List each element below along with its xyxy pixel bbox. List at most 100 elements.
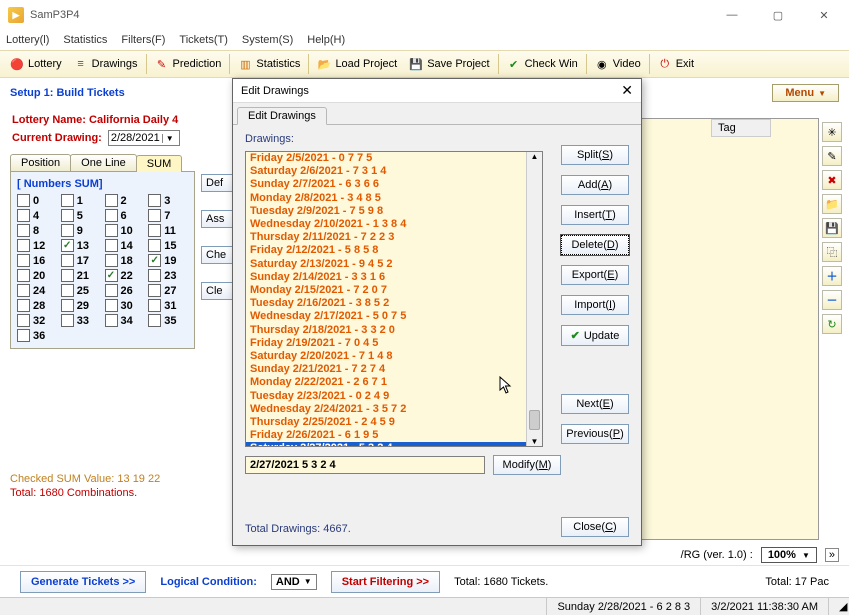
drawing-item[interactable]: Wednesday 2/17/2021 - 5 0 7 5: [246, 310, 542, 323]
update-button[interactable]: ✔Update: [561, 325, 629, 346]
number-checkbox-7[interactable]: 7: [148, 209, 188, 222]
tab-sum[interactable]: SUM: [136, 155, 182, 172]
tab-position[interactable]: Position: [10, 154, 71, 171]
drawing-item[interactable]: Friday 2/5/2021 - 0 7 7 5: [246, 152, 542, 165]
scroll-up-icon[interactable]: ▲: [527, 152, 542, 161]
number-checkbox-24[interactable]: 24: [17, 284, 57, 297]
tool-drawings[interactable]: ≡Drawings: [68, 55, 144, 73]
number-checkbox-34[interactable]: 34: [105, 314, 145, 327]
drawing-item[interactable]: Wednesday 2/24/2021 - 3 5 7 2: [246, 403, 542, 416]
tool-lottery[interactable]: 🔴Lottery: [4, 55, 68, 73]
expand-icon[interactable]: »: [825, 548, 839, 562]
number-checkbox-30[interactable]: 30: [105, 299, 145, 312]
tool-checkwin[interactable]: ✔Check Win: [501, 55, 584, 73]
resize-grip[interactable]: ◢: [828, 598, 849, 615]
number-checkbox-31[interactable]: 31: [148, 299, 188, 312]
drawing-item[interactable]: Sunday 2/7/2021 - 6 3 6 6: [246, 178, 542, 191]
drawing-item[interactable]: Tuesday 2/9/2021 - 7 5 9 8: [246, 205, 542, 218]
scroll-down-icon[interactable]: ▼: [527, 437, 542, 446]
menu-system[interactable]: System(S): [242, 34, 293, 46]
number-checkbox-0[interactable]: 0: [17, 194, 57, 207]
save-icon[interactable]: 💾: [822, 218, 842, 238]
tool-load[interactable]: 📂Load Project: [311, 55, 403, 73]
drawing-item[interactable]: Saturday 2/27/2021 - 5 3 2 4: [246, 442, 542, 447]
number-checkbox-[interactable]: [61, 329, 101, 342]
drawing-item[interactable]: Sunday 2/14/2021 - 3 3 1 6: [246, 271, 542, 284]
number-checkbox-25[interactable]: 25: [61, 284, 101, 297]
minus-icon[interactable]: －: [822, 290, 842, 310]
number-checkbox-21[interactable]: 21: [61, 269, 101, 282]
modify-button[interactable]: Modify(M): [493, 455, 561, 475]
number-checkbox-13[interactable]: ✓13: [61, 239, 101, 252]
tag-column-header[interactable]: Tag: [711, 119, 771, 137]
number-checkbox-4[interactable]: 4: [17, 209, 57, 222]
number-checkbox-[interactable]: [148, 329, 188, 342]
drawing-item[interactable]: Tuesday 2/16/2021 - 3 8 5 2: [246, 297, 542, 310]
number-checkbox-15[interactable]: 15: [148, 239, 188, 252]
dialog-close-button[interactable]: ✕: [621, 82, 633, 99]
number-checkbox-18[interactable]: 18: [105, 254, 145, 267]
number-checkbox-36[interactable]: 36: [17, 329, 57, 342]
menu-tickets[interactable]: Tickets(T): [179, 34, 227, 46]
plus-icon[interactable]: ＋: [822, 266, 842, 286]
drawing-item[interactable]: Monday 2/15/2021 - 7 2 0 7: [246, 284, 542, 297]
new-icon[interactable]: ✳: [822, 122, 842, 142]
menu-lottery[interactable]: Lottery(l): [6, 34, 49, 46]
drawing-item[interactable]: Friday 2/19/2021 - 7 0 4 5: [246, 337, 542, 350]
number-checkbox-32[interactable]: 32: [17, 314, 57, 327]
drawings-listbox[interactable]: Friday 2/5/2021 - 0 7 7 5Saturday 2/6/20…: [245, 151, 543, 447]
number-checkbox-10[interactable]: 10: [105, 224, 145, 237]
drawing-item[interactable]: Sunday 2/21/2021 - 7 2 7 4: [246, 363, 542, 376]
number-checkbox-[interactable]: [105, 329, 145, 342]
number-checkbox-16[interactable]: 16: [17, 254, 57, 267]
number-checkbox-12[interactable]: 12: [17, 239, 57, 252]
number-checkbox-9[interactable]: 9: [61, 224, 101, 237]
start-filtering-button[interactable]: Start Filtering >>: [331, 571, 440, 593]
number-checkbox-11[interactable]: 11: [148, 224, 188, 237]
tag-table[interactable]: Tag: [625, 118, 819, 540]
number-checkbox-20[interactable]: 20: [17, 269, 57, 282]
maximize-button[interactable]: ▢: [755, 0, 801, 30]
delete-button[interactable]: Delete(D): [561, 235, 629, 255]
drawing-item[interactable]: Saturday 2/13/2021 - 9 4 5 2: [246, 258, 542, 271]
dialog-tab-edit[interactable]: Edit Drawings: [237, 107, 327, 125]
split-button[interactable]: Split(S): [561, 145, 629, 165]
number-checkbox-19[interactable]: ✓19: [148, 254, 188, 267]
number-checkbox-27[interactable]: 27: [148, 284, 188, 297]
tool-video[interactable]: ◉Video: [589, 55, 647, 73]
minimize-button[interactable]: —: [709, 0, 755, 30]
number-checkbox-33[interactable]: 33: [61, 314, 101, 327]
number-checkbox-14[interactable]: 14: [105, 239, 145, 252]
number-checkbox-8[interactable]: 8: [17, 224, 57, 237]
number-checkbox-6[interactable]: 6: [105, 209, 145, 222]
generate-tickets-button[interactable]: Generate Tickets >>: [20, 571, 146, 593]
drawing-item[interactable]: Friday 2/12/2021 - 5 8 5 8: [246, 244, 542, 257]
menu-help[interactable]: Help(H): [307, 34, 345, 46]
copy-icon[interactable]: ⿻: [822, 242, 842, 262]
insert-button[interactable]: Insert(T): [561, 205, 629, 225]
delete-icon[interactable]: ✖: [822, 170, 842, 190]
number-checkbox-23[interactable]: 23: [148, 269, 188, 282]
logical-condition-combo[interactable]: AND▼: [271, 574, 317, 590]
tab-one-line[interactable]: One Line: [70, 154, 137, 171]
tool-exit[interactable]: ⏻Exit: [652, 55, 700, 73]
drawing-edit-field[interactable]: [245, 456, 485, 474]
drawing-item[interactable]: Friday 2/26/2021 - 6 1 9 5: [246, 429, 542, 442]
next-button[interactable]: Next(E): [561, 394, 629, 414]
number-checkbox-5[interactable]: 5: [61, 209, 101, 222]
drawing-item[interactable]: Saturday 2/20/2021 - 7 1 4 8: [246, 350, 542, 363]
drawing-item[interactable]: Monday 2/22/2021 - 2 6 7 1: [246, 376, 542, 389]
drawing-item[interactable]: Wednesday 2/10/2021 - 1 3 8 4: [246, 218, 542, 231]
tool-statistics[interactable]: ▥Statistics: [232, 55, 306, 73]
previous-button[interactable]: Previous(P): [561, 424, 629, 444]
number-checkbox-2[interactable]: 2: [105, 194, 145, 207]
edit-icon[interactable]: ✎: [822, 146, 842, 166]
close-dialog-button[interactable]: Close(C): [561, 517, 629, 537]
number-checkbox-28[interactable]: 28: [17, 299, 57, 312]
folder-icon[interactable]: 📁: [822, 194, 842, 214]
drawing-item[interactable]: Tuesday 2/23/2021 - 0 2 4 9: [246, 390, 542, 403]
number-checkbox-29[interactable]: 29: [61, 299, 101, 312]
scroll-thumb[interactable]: [529, 410, 540, 430]
zoom-combo[interactable]: 100%▼: [761, 547, 817, 563]
export-button[interactable]: Export(E): [561, 265, 629, 285]
